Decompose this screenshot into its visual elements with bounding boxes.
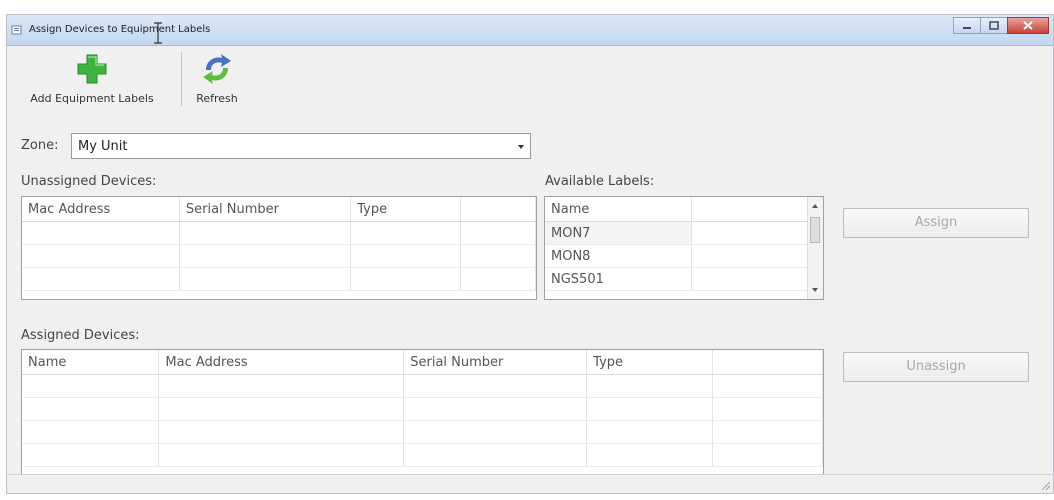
available-labels-scrollbar[interactable]	[807, 197, 823, 299]
list-item[interactable]: MON8	[545, 244, 810, 268]
available-header-row: Name	[545, 197, 810, 222]
unassigned-devices-grid[interactable]: Mac Address Serial Number Type	[21, 196, 537, 300]
status-bar	[7, 474, 1053, 493]
refresh-label: Refresh	[196, 92, 238, 105]
assign-button[interactable]: Assign	[843, 208, 1029, 238]
column-header-filler	[460, 197, 536, 222]
available-label-item[interactable]: NGS501	[545, 267, 692, 291]
add-equipment-labels-button[interactable]: Add Equipment Labels	[17, 46, 167, 108]
column-header-serial-number[interactable]: Serial Number	[403, 350, 588, 375]
scroll-down-icon[interactable]	[812, 288, 818, 292]
table-row	[22, 420, 823, 444]
table-row	[22, 244, 536, 268]
refresh-icon	[203, 54, 231, 84]
column-header-type[interactable]: Type	[586, 350, 714, 375]
unassigned-header-row: Mac Address Serial Number Type	[22, 197, 536, 222]
add-icon	[77, 54, 107, 84]
scroll-thumb[interactable]	[810, 217, 820, 243]
table-row	[22, 443, 823, 467]
app-icon	[11, 25, 22, 35]
assigned-devices-label: Assigned Devices:	[21, 328, 140, 343]
zone-dropdown[interactable]: My Unit	[71, 133, 531, 159]
toolbar: Add Equipment Labels Refresh	[7, 46, 1053, 112]
refresh-button[interactable]: Refresh	[189, 46, 245, 108]
column-header-serial-number[interactable]: Serial Number	[179, 197, 352, 222]
add-equipment-labels-label: Add Equipment Labels	[30, 92, 154, 105]
column-header-type[interactable]: Type	[350, 197, 461, 222]
table-row	[22, 397, 823, 421]
toolbar-separator	[181, 52, 182, 106]
list-item[interactable]: MON7	[545, 221, 810, 245]
resize-grip-icon[interactable]	[1041, 481, 1051, 491]
maximize-icon	[989, 21, 999, 30]
close-icon	[1023, 21, 1033, 30]
unassign-button[interactable]: Unassign	[843, 352, 1029, 382]
column-header-name[interactable]: Name	[545, 197, 692, 222]
minimize-button[interactable]	[953, 17, 981, 34]
available-labels-label: Available Labels:	[545, 174, 655, 189]
table-row	[22, 221, 536, 245]
zone-selected-value: My Unit	[78, 139, 128, 154]
available-labels-list[interactable]: Name MON7 MON8 NGS501	[544, 196, 824, 300]
available-label-item[interactable]: MON7	[545, 221, 692, 245]
assigned-header-row: Name Mac Address Serial Number Type	[22, 350, 823, 375]
window-controls	[953, 17, 1049, 35]
table-row	[22, 374, 823, 398]
unassigned-devices-label: Unassigned Devices:	[21, 174, 157, 189]
chevron-down-icon	[518, 145, 524, 149]
minimize-icon	[963, 27, 971, 29]
column-header-filler	[712, 350, 823, 375]
assigned-devices-grid[interactable]: Name Mac Address Serial Number Type	[21, 349, 824, 477]
zone-label: Zone:	[21, 138, 59, 153]
table-row	[22, 267, 536, 291]
scroll-up-icon[interactable]	[812, 204, 818, 208]
column-header-name[interactable]: Name	[22, 350, 160, 375]
column-header-mac-address[interactable]: Mac Address	[22, 197, 180, 222]
maximize-button[interactable]	[980, 17, 1008, 34]
text-cursor-icon	[154, 22, 162, 44]
window-title: Assign Devices to Equipment Labels	[29, 24, 211, 35]
column-header-mac-address[interactable]: Mac Address	[158, 350, 405, 375]
close-button[interactable]	[1007, 17, 1049, 34]
assign-devices-window: Assign Devices to Equipment Labels Add E…	[6, 14, 1054, 494]
available-label-item[interactable]: MON8	[545, 244, 692, 268]
title-bar: Assign Devices to Equipment Labels	[7, 15, 1053, 46]
list-item[interactable]: NGS501	[545, 267, 810, 291]
column-header-filler	[691, 197, 810, 222]
